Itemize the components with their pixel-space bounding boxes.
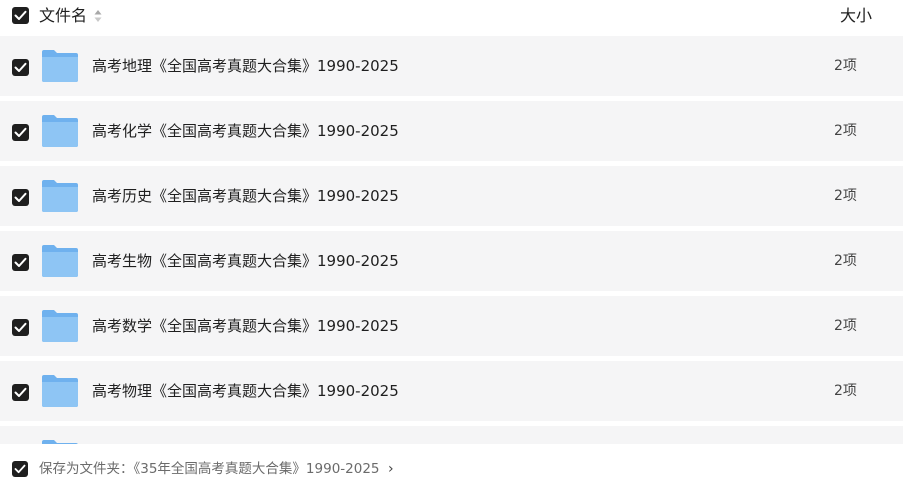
file-size: 2项 — [834, 58, 857, 74]
file-name: 高考物理《全国高考真题大合集》1990-2025 — [92, 382, 399, 400]
folder-icon — [42, 245, 78, 277]
file-row[interactable]: 高考数学《全国高考真题大合集》1990-2025 2项 — [0, 296, 903, 356]
file-name: 高考地理《全国高考真题大合集》1990-2025 — [92, 57, 399, 75]
file-size: 2项 — [834, 383, 857, 399]
row-checkbox[interactable] — [12, 124, 29, 141]
save-as-folder-label[interactable]: 保存为文件夹：《35年全国高考真题大合集》1990-2025 — [39, 460, 380, 478]
file-row[interactable]: 高考化学《全国高考真题大合集》1990-2025 2项 — [0, 101, 903, 161]
file-size: 2项 — [834, 253, 857, 269]
checkmark-icon — [14, 387, 27, 397]
file-size: 2项 — [834, 188, 857, 204]
checkmark-icon — [14, 464, 26, 474]
folder-icon — [42, 50, 78, 82]
folder-icon — [42, 180, 78, 212]
file-name: 高考历史《全国高考真题大合集》1990-2025 — [92, 187, 399, 205]
row-checkbox[interactable] — [12, 384, 29, 401]
column-header-name[interactable]: 文件名 — [39, 6, 87, 26]
file-name: 高考数学《全国高考真题大合集》1990-2025 — [92, 317, 399, 335]
file-name: 高考生物《全国高考真题大合集》1990-2025 — [92, 252, 399, 270]
file-row-partial[interactable] — [0, 426, 903, 444]
file-row[interactable]: 高考物理《全国高考真题大合集》1990-2025 2项 — [0, 361, 903, 421]
checkmark-icon — [14, 192, 27, 202]
save-location-bar[interactable]: 保存为文件夹：《35年全国高考真题大合集》1990-2025 › — [0, 444, 903, 485]
checkmark-icon — [14, 10, 27, 20]
column-header-size: 大小 — [840, 6, 873, 25]
folder-icon — [42, 375, 78, 407]
checkmark-icon — [14, 322, 27, 332]
file-size: 2项 — [834, 123, 857, 139]
save-as-folder-checkbox[interactable] — [12, 461, 28, 477]
select-all-checkbox[interactable] — [12, 7, 29, 24]
checkmark-icon — [14, 257, 27, 267]
sort-icon[interactable] — [93, 8, 103, 24]
row-checkbox[interactable] — [12, 189, 29, 206]
row-checkbox[interactable] — [12, 59, 29, 76]
file-row[interactable]: 高考历史《全国高考真题大合集》1990-2025 2项 — [0, 166, 903, 226]
file-list: 高考地理《全国高考真题大合集》1990-2025 2项 高考化学《全国高考真题大… — [0, 36, 903, 444]
checkmark-icon — [14, 127, 27, 137]
file-row[interactable]: 高考地理《全国高考真题大合集》1990-2025 2项 — [0, 36, 903, 96]
checkmark-icon — [14, 62, 27, 72]
file-name: 高考化学《全国高考真题大合集》1990-2025 — [92, 122, 399, 140]
folder-icon — [42, 115, 78, 147]
chevron-right-icon[interactable]: › — [388, 460, 394, 478]
file-size: 2项 — [834, 318, 857, 334]
list-header: 文件名 大小 — [0, 0, 903, 34]
save-dialog: 文件名 大小 高考地理《全国高考真题大合集》1990-2025 2项 高考化学《… — [0, 0, 903, 485]
row-checkbox[interactable] — [12, 254, 29, 271]
row-checkbox[interactable] — [12, 319, 29, 336]
folder-icon — [42, 310, 78, 342]
file-row[interactable]: 高考生物《全国高考真题大合集》1990-2025 2项 — [0, 231, 903, 291]
